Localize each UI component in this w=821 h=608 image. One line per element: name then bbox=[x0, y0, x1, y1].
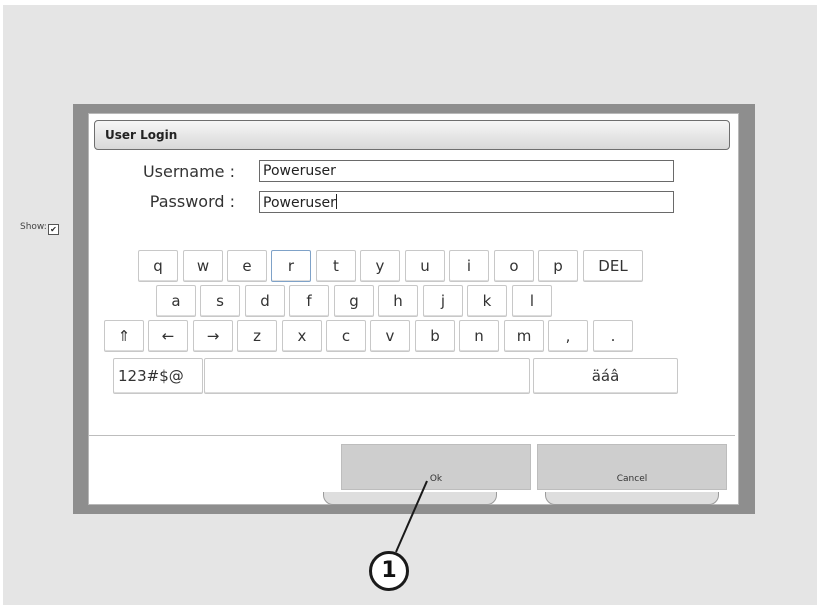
callout-marker: 1 bbox=[369, 551, 409, 591]
callout-leader-line bbox=[395, 480, 428, 553]
